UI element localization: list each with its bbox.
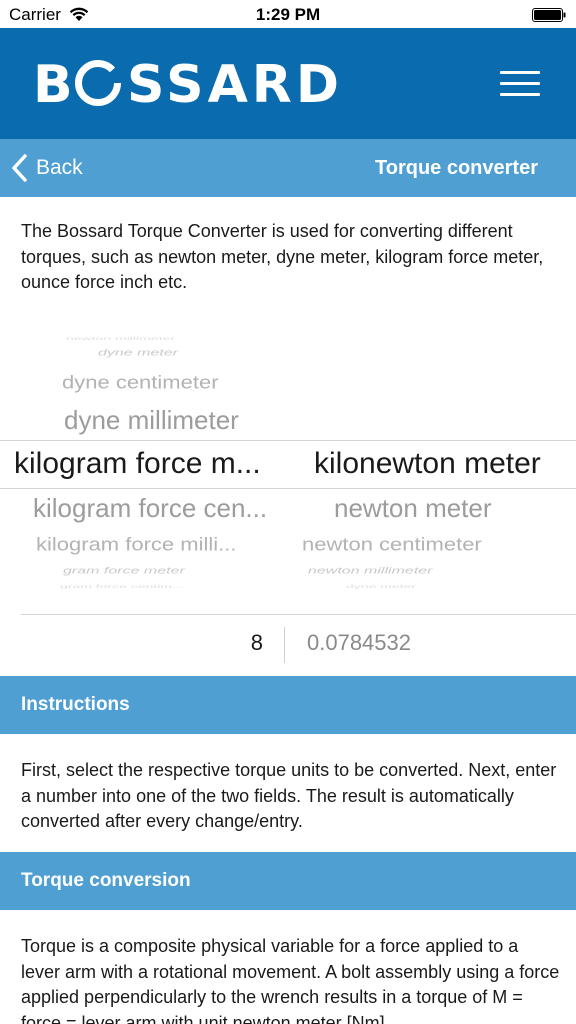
left-unit-option[interactable]: dyne meter: [98, 348, 178, 359]
torque-conversion-title: Torque conversion: [21, 870, 191, 891]
left-unit-option[interactable]: newton millimeter: [66, 335, 175, 341]
left-unit-selected[interactable]: kilogram force m...: [14, 447, 261, 481]
status-bar: Carrier 1:29 PM: [0, 0, 576, 28]
left-unit-option[interactable]: gram force centim...: [60, 583, 184, 589]
value-separator: [284, 627, 285, 663]
battery-icon: [532, 8, 566, 22]
instructions-title: Instructions: [21, 694, 130, 715]
input-value-field[interactable]: 8: [251, 630, 263, 656]
svg-text:SSARD: SSARD: [127, 56, 343, 110]
sub-navigation-bar: Back Torque converter: [0, 139, 576, 197]
unit-picker[interactable]: newton millimeter dyne meter dyne centim…: [0, 330, 576, 590]
svg-text:B: B: [33, 56, 76, 110]
left-unit-option[interactable]: kilogram force cen...: [33, 493, 267, 524]
bossard-logo: B SSARD: [33, 56, 343, 110]
right-unit-option[interactable]: newton centimeter: [302, 534, 482, 555]
intro-text: The Bossard Torque Converter is used for…: [21, 221, 544, 292]
left-unit-option[interactable]: dyne centimeter: [62, 372, 219, 393]
divider: [21, 614, 576, 615]
picker-selection-top-line: [0, 440, 576, 441]
right-unit-selected[interactable]: kilonewton meter: [314, 447, 541, 481]
chevron-left-icon: [12, 154, 27, 182]
instructions-text: First, select the respective torque unit…: [21, 760, 557, 831]
left-unit-option[interactable]: gram force meter: [63, 566, 185, 577]
right-unit-option[interactable]: newton meter: [334, 493, 492, 524]
menu-icon[interactable]: [500, 71, 540, 97]
torque-conversion-text: Torque is a composite physical variable …: [21, 936, 560, 1024]
status-time: 1:29 PM: [255, 5, 321, 24]
page-title: Torque converter: [375, 157, 538, 179]
right-unit-option[interactable]: dyne meter: [346, 583, 416, 589]
right-unit-option[interactable]: newton millimeter: [308, 566, 432, 577]
instructions-header: Instructions: [0, 676, 576, 734]
left-unit-option[interactable]: kilogram force milli...: [36, 534, 236, 555]
app-header: B SSARD: [0, 28, 576, 139]
back-label: Back: [36, 156, 83, 179]
back-button[interactable]: Back: [10, 151, 83, 185]
result-value-field[interactable]: 0.0784532: [307, 630, 411, 656]
left-unit-option[interactable]: dyne millimeter: [64, 405, 239, 436]
picker-selection-bottom-line: [0, 488, 576, 489]
torque-conversion-header: Torque conversion: [0, 852, 576, 910]
